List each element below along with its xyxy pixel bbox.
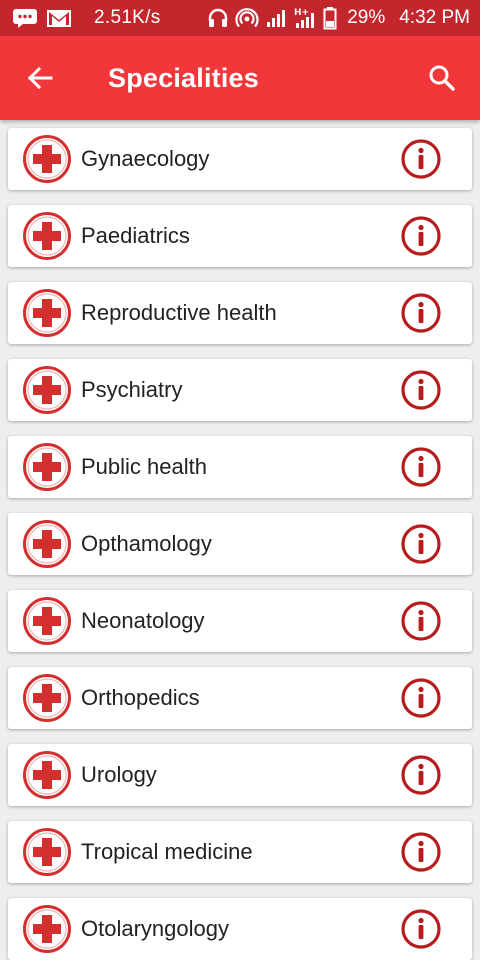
chat-icon (12, 7, 38, 29)
medical-cross-icon (22, 365, 72, 415)
page-title: Specialities (108, 63, 259, 93)
network-speed: 2.51K/s (94, 7, 161, 28)
gmail-icon (46, 7, 72, 29)
info-icon[interactable] (400, 754, 442, 796)
medical-cross-icon (22, 519, 72, 569)
medical-cross-icon (22, 673, 72, 723)
search-button[interactable] (422, 58, 462, 98)
medical-cross-icon (22, 904, 72, 954)
speciality-item[interactable]: Psychiatry (8, 359, 472, 421)
battery-percent: 29% (347, 7, 386, 28)
specialities-list[interactable]: Gynaecology Paediatrics Reproductive healt… (0, 120, 480, 960)
info-icon[interactable] (400, 600, 442, 642)
info-icon[interactable] (400, 831, 442, 873)
search-icon (428, 64, 456, 92)
back-button[interactable] (20, 58, 60, 98)
speciality-name: Gynaecology (81, 146, 210, 171)
speciality-name: Orthopedics (81, 685, 200, 710)
battery-icon (323, 6, 337, 30)
svg-text:H+: H+ (294, 8, 309, 18)
info-icon[interactable] (400, 523, 442, 565)
medical-cross-icon (22, 134, 72, 184)
info-icon[interactable] (400, 908, 442, 950)
speciality-name: Urology (81, 762, 157, 787)
info-icon[interactable] (400, 677, 442, 719)
speciality-name: Paediatrics (81, 223, 190, 248)
hplus-signal-icon: H+ (293, 6, 317, 30)
hotspot-icon (235, 7, 259, 29)
speciality-name: Tropical medicine (81, 839, 253, 864)
app-bar: Specialities (0, 36, 480, 120)
info-icon[interactable] (400, 369, 442, 411)
speciality-name: Reproductive health (81, 300, 277, 325)
speciality-item[interactable]: Public health (8, 436, 472, 498)
speciality-item[interactable]: Orthopedics (8, 667, 472, 729)
status-bar: 2.51K/s H+ 29% 4:32 PM (0, 0, 480, 36)
medical-cross-icon (22, 750, 72, 800)
speciality-name: Psychiatry (81, 377, 183, 402)
speciality-item[interactable]: Neonatology (8, 590, 472, 652)
speciality-item[interactable]: Paediatrics (8, 205, 472, 267)
headphones-icon (207, 7, 229, 29)
info-icon[interactable] (400, 138, 442, 180)
speciality-item[interactable]: Reproductive health (8, 282, 472, 344)
speciality-item[interactable]: Tropical medicine (8, 821, 472, 883)
medical-cross-icon (22, 442, 72, 492)
speciality-item[interactable]: Urology (8, 744, 472, 806)
arrow-back-icon (26, 64, 54, 92)
speciality-name: Opthamology (81, 531, 212, 556)
speciality-item[interactable]: Gynaecology (8, 128, 472, 190)
info-icon[interactable] (400, 446, 442, 488)
speciality-item[interactable]: Otolaryngology (8, 898, 472, 960)
medical-cross-icon (22, 596, 72, 646)
speciality-item[interactable]: Opthamology (8, 513, 472, 575)
medical-cross-icon (22, 211, 72, 261)
info-icon[interactable] (400, 215, 442, 257)
speciality-name: Public health (81, 454, 207, 479)
medical-cross-icon (22, 827, 72, 877)
clock: 4:32 PM (399, 7, 470, 28)
info-icon[interactable] (400, 292, 442, 334)
speciality-name: Otolaryngology (81, 916, 229, 941)
speciality-name: Neonatology (81, 608, 205, 633)
signal-icon (265, 7, 287, 29)
medical-cross-icon (22, 288, 72, 338)
